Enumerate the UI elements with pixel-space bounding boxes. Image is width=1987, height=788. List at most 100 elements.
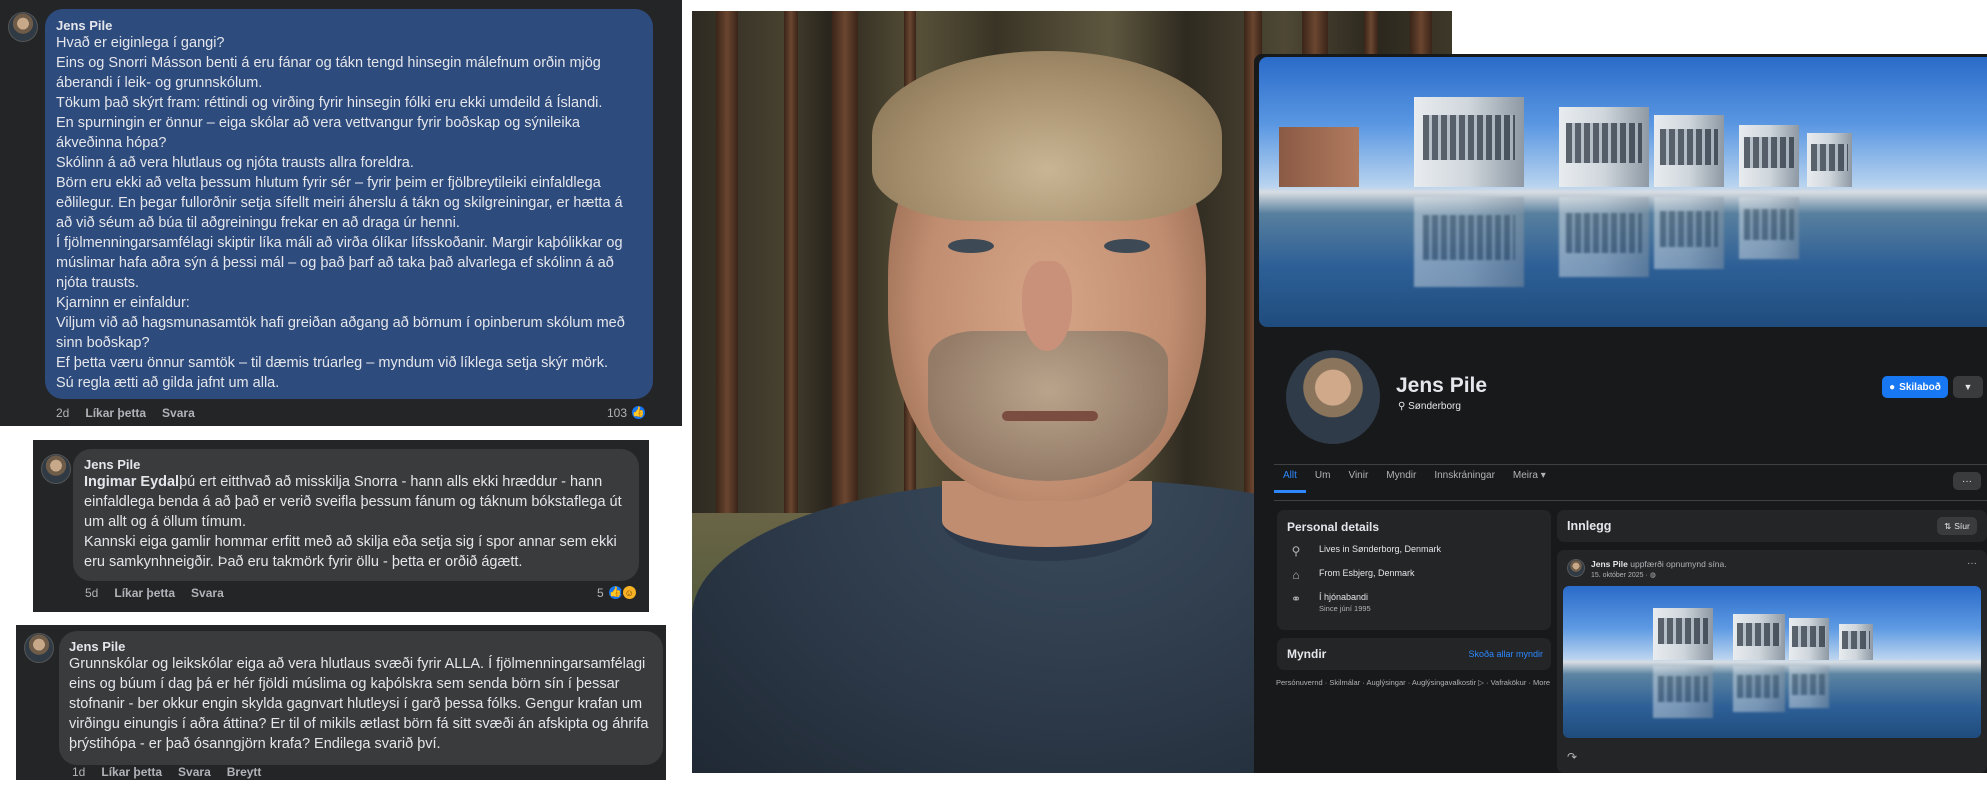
location-pin-icon: ⚲	[1398, 401, 1409, 412]
photos-card: Myndir Skoða allar myndir	[1277, 638, 1551, 670]
post-date[interactable]: 15. október 2025 · ◍	[1591, 571, 1656, 579]
messenger-icon: ●	[1889, 381, 1896, 393]
share-icon[interactable]: ↷	[1567, 750, 1577, 764]
comment-time[interactable]: 1d	[72, 765, 85, 779]
reaction-count[interactable]: 103 👍	[607, 404, 648, 421]
mention-link[interactable]: Ingimar Eydal	[84, 474, 179, 490]
building-reflection	[1789, 666, 1829, 708]
profile-tabs: Allt Um Vinir Myndir Innskráningar Meira…	[1274, 462, 1555, 493]
tab-all[interactable]: Allt	[1274, 462, 1306, 493]
comment-panel-2: Jens Pile Ingimar Eydalþú ert eitthvað a…	[33, 440, 649, 612]
comment-actions: 2d Líkar þetta Svara	[56, 406, 195, 420]
right-eye	[1104, 239, 1150, 253]
comment-bubble: Jens Pile Ingimar Eydalþú ert eitthvað a…	[73, 449, 639, 581]
filter-icon: ⇅	[1944, 520, 1952, 531]
post-author-avatar[interactable]	[1567, 559, 1585, 577]
building-reflection	[1739, 197, 1799, 259]
comment-panel-1: Jens Pile Hvað er eiginlega í gangi? Ein…	[0, 0, 682, 426]
building	[1279, 127, 1359, 187]
building-reflection	[1654, 197, 1724, 269]
message-button[interactable]: ● Skilaboð	[1882, 376, 1948, 398]
posts-title: Innlegg	[1567, 519, 1612, 533]
nose	[1022, 261, 1072, 351]
like-button[interactable]: Líkar þetta	[85, 406, 146, 420]
comment-panel-3: Jens Pile Grunnskólar og leikskólar eiga…	[16, 625, 666, 780]
comment-author[interactable]: Jens Pile	[56, 18, 642, 33]
post-action: uppfærði opnumynd sína.	[1630, 559, 1727, 569]
avatar[interactable]	[41, 454, 71, 484]
post-options-icon[interactable]: ···	[1967, 558, 1977, 569]
divider	[1274, 500, 1987, 501]
mouth	[1002, 411, 1098, 421]
more-actions-button[interactable]: ▼	[1953, 376, 1983, 398]
building-reflection	[1653, 666, 1713, 718]
comment-text: Grunnskólar og leikskólar eiga að vera h…	[69, 656, 649, 752]
comment-bubble: Jens Pile Hvað er eiginlega í gangi? Ein…	[45, 9, 653, 399]
edited-label: Breytt	[226, 765, 262, 779]
chevron-down-icon: ▼	[1963, 382, 1973, 392]
personal-details-title: Personal details	[1287, 520, 1380, 534]
ellipsis-icon: ···	[1962, 475, 1972, 487]
building	[1414, 97, 1524, 187]
profile-avatar[interactable]	[1282, 346, 1384, 448]
profile-page: Jens Pile ⚲ Sønderborg ● Skilaboð ▼ Allt …	[1254, 54, 1987, 773]
haha-reaction-icon: ☺	[620, 584, 638, 601]
location-pin-icon: ⚲	[1291, 544, 1301, 558]
hair	[872, 51, 1222, 221]
comment-actions: 1d Líkar þetta Svara Breytt	[72, 765, 261, 779]
building-reflection	[1733, 666, 1785, 712]
beard	[928, 331, 1168, 481]
detail-row: ⚭ Í hjónabandi Since júní 1995	[1290, 592, 1371, 613]
building-reflection	[1559, 197, 1649, 277]
avatar[interactable]	[24, 633, 54, 663]
building	[1739, 125, 1799, 187]
comment-text: Hvað er eiginlega í gangi? Eins og Snorr…	[56, 35, 625, 391]
tab-about[interactable]: Um	[1306, 462, 1340, 493]
posts-header-card: Innlegg ⇅ Síur	[1557, 510, 1987, 542]
tab-friends[interactable]: Vinir	[1339, 462, 1377, 493]
building	[1807, 133, 1852, 187]
like-reaction-icon: 👍	[630, 404, 648, 421]
cover-photo[interactable]	[1259, 57, 1987, 327]
profile-name: Jens Pile	[1396, 374, 1488, 397]
home-icon: ⌂	[1292, 568, 1300, 582]
like-button[interactable]: Líkar þetta	[114, 586, 175, 600]
comment-time[interactable]: 5d	[85, 586, 98, 600]
comment-author[interactable]: Jens Pile	[84, 457, 628, 472]
tabs-more-button[interactable]: ···	[1953, 472, 1981, 490]
detail-row: ⌂ From Esbjerg, Denmark	[1289, 568, 1414, 582]
left-eye	[948, 239, 994, 253]
relationship-icon: ⚭	[1290, 592, 1302, 606]
see-all-photos-link[interactable]: Skoða allar myndir	[1468, 649, 1543, 659]
reply-button[interactable]: Svara	[162, 406, 195, 420]
personal-details-card: Personal details ⚲ Lives in Sønderborg, …	[1277, 510, 1551, 630]
reply-button[interactable]: Svara	[191, 586, 224, 600]
avatar[interactable]	[8, 12, 38, 42]
comment-time[interactable]: 2d	[56, 406, 69, 420]
filter-button[interactable]: ⇅ Síur	[1937, 517, 1977, 535]
profile-location: ⚲ Sønderborg	[1398, 401, 1461, 412]
building	[1839, 624, 1873, 660]
comment-actions: 5d Líkar þetta Svara	[85, 586, 224, 600]
comment-bubble: Jens Pile Grunnskólar og leikskólar eiga…	[59, 631, 663, 765]
like-button[interactable]: Líkar þetta	[101, 765, 162, 779]
tab-more[interactable]: Meira ▾	[1504, 462, 1555, 493]
comment-text: Ingimar Eydalþú ert eitthvað að misskilj…	[84, 474, 622, 570]
post-header: Jens Pile uppfærði opnumynd sína.	[1591, 559, 1727, 569]
photos-title: Myndir	[1287, 647, 1327, 661]
comment-author[interactable]: Jens Pile	[69, 639, 653, 654]
tab-photos[interactable]: Myndir	[1377, 462, 1425, 493]
post-cover-image[interactable]	[1563, 586, 1981, 738]
building-reflection	[1414, 197, 1524, 287]
detail-row: ⚲ Lives in Sønderborg, Denmark	[1289, 544, 1441, 558]
post-author[interactable]: Jens Pile	[1591, 559, 1628, 569]
building	[1654, 115, 1724, 187]
tab-checkins[interactable]: Innskráningar	[1425, 462, 1504, 493]
building	[1653, 608, 1713, 660]
post-card: Jens Pile uppfærði opnumynd sína. 15. ok…	[1557, 550, 1987, 773]
reply-button[interactable]: Svara	[178, 765, 211, 779]
building	[1733, 614, 1785, 660]
footer-links[interactable]: Persónuvernd · Skilmálar · Auglýsingar ·…	[1276, 678, 1550, 687]
building	[1559, 107, 1649, 187]
reaction-count[interactable]: 5 👍 ☺	[597, 584, 638, 601]
